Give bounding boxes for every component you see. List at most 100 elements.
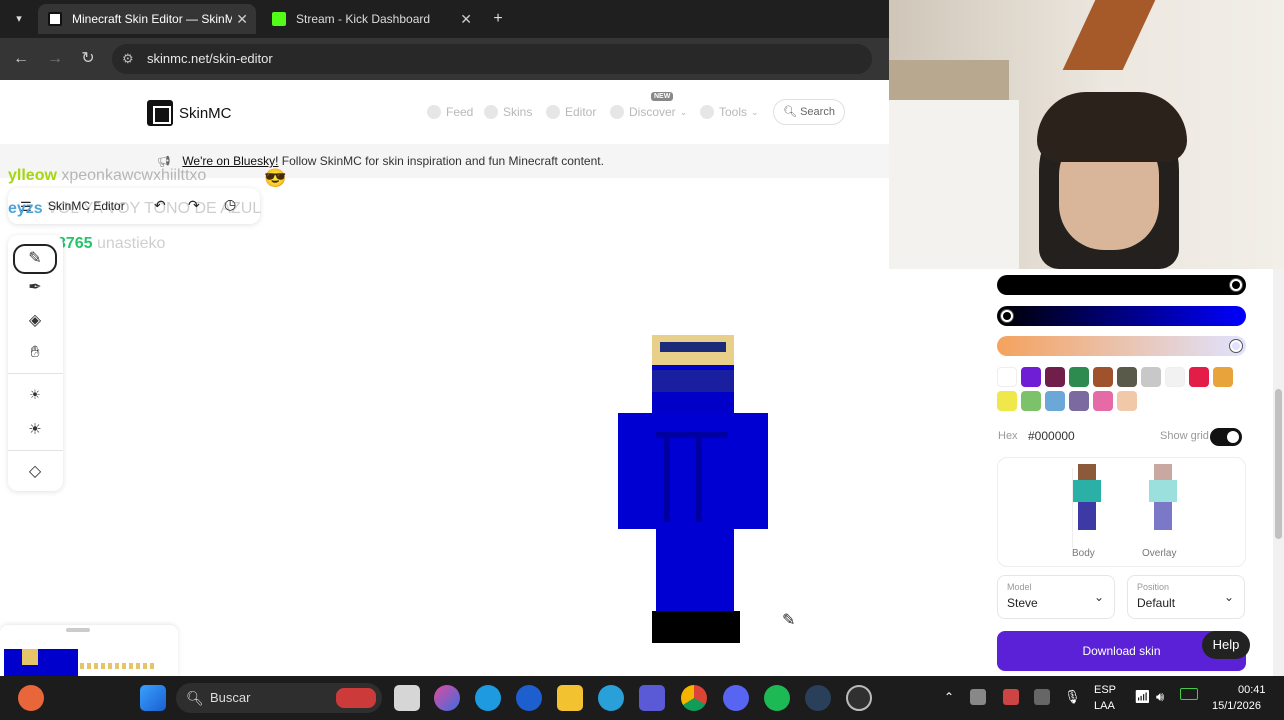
- discord-icon[interactable]: [723, 685, 749, 711]
- nav-feed[interactable]: Feed: [427, 105, 473, 119]
- color-swatch[interactable]: [1045, 391, 1065, 411]
- tab-search-icon[interactable]: ▾: [8, 8, 30, 30]
- overlay-thumbnail[interactable]: [1149, 464, 1177, 530]
- spotify-icon[interactable]: [764, 685, 790, 711]
- position-select-label: Position: [1137, 582, 1170, 592]
- color-swatch[interactable]: [1045, 367, 1065, 387]
- color-swatch[interactable]: [1165, 367, 1185, 387]
- search-button[interactable]: 🔍︎ Search: [773, 99, 845, 125]
- color-swatch[interactable]: [1093, 391, 1113, 411]
- color-swatch[interactable]: [1141, 367, 1161, 387]
- show-grid-toggle[interactable]: [1210, 428, 1242, 446]
- color-swatch[interactable]: [1117, 367, 1137, 387]
- volume-icon[interactable]: 🔊︎: [1156, 689, 1164, 705]
- taskbar-search-text: Buscar: [210, 690, 251, 705]
- model-select[interactable]: Model Steve ⌄: [997, 575, 1115, 619]
- obs-icon[interactable]: [846, 685, 872, 711]
- webcam-hair: [1037, 92, 1187, 162]
- hand-icon[interactable]: ✋︎: [24, 342, 46, 364]
- battery-icon[interactable]: [1180, 688, 1198, 700]
- brightness-low-icon[interactable]: ☀: [24, 384, 46, 406]
- pen-tool-icon[interactable]: ✎: [13, 244, 57, 274]
- slider-knob[interactable]: [1230, 279, 1242, 291]
- hex-value-input[interactable]: #000000: [1028, 429, 1075, 443]
- eraser-icon[interactable]: ◇: [24, 461, 46, 483]
- nav-skins[interactable]: Skins: [484, 105, 532, 119]
- widgets-icon[interactable]: [18, 685, 44, 711]
- chat-line: eyzs VOL YA VOY TONO DE AZUL: [8, 200, 261, 218]
- tray-app-icon[interactable]: [1034, 689, 1050, 705]
- microphone-icon[interactable]: 🎙︎: [1064, 689, 1081, 705]
- steam-like-icon[interactable]: [598, 685, 624, 711]
- task-view-icon[interactable]: [394, 685, 420, 711]
- language-top[interactable]: ESP: [1094, 684, 1116, 696]
- edge-icon[interactable]: [475, 685, 501, 711]
- url-field[interactable]: ⚙ skinmc.net/skin-editor: [112, 44, 872, 74]
- color-swatch[interactable]: [1093, 367, 1113, 387]
- color-swatch[interactable]: [1021, 391, 1041, 411]
- brightness-slider[interactable]: [997, 275, 1246, 295]
- tray-app-icon[interactable]: [1003, 689, 1019, 705]
- scrollbar-thumb[interactable]: [1275, 389, 1282, 539]
- page-scrollbar[interactable]: [1273, 269, 1284, 676]
- nav-editor[interactable]: Editor: [546, 105, 596, 119]
- nav-discover[interactable]: Discover ⌄: [610, 105, 687, 119]
- hue-slider[interactable]: [997, 306, 1246, 326]
- banner-link[interactable]: We're on Bluesky!: [182, 154, 278, 168]
- eyedropper-icon[interactable]: ✒: [24, 277, 46, 299]
- color-swatch[interactable]: [997, 391, 1017, 411]
- color-swatch[interactable]: [1117, 391, 1137, 411]
- nav-tools[interactable]: Tools ⌄: [700, 105, 759, 119]
- model-torso-arms: [618, 413, 768, 529]
- hp-icon[interactable]: [516, 685, 542, 711]
- position-select-value: Default: [1137, 596, 1176, 610]
- color-swatch[interactable]: [1021, 367, 1041, 387]
- brightness-high-icon[interactable]: ☀: [24, 419, 46, 441]
- tab-kick-dashboard[interactable]: Stream - Kick Dashboard ✕: [262, 4, 480, 34]
- chevron-up-icon[interactable]: ⌃: [944, 690, 954, 704]
- file-explorer-icon[interactable]: [557, 685, 583, 711]
- editor-icon: [546, 105, 560, 119]
- new-tab-button[interactable]: +: [487, 8, 509, 30]
- site-info-icon[interactable]: ⚙: [122, 44, 134, 74]
- teams-icon[interactable]: [639, 685, 665, 711]
- wifi-icon[interactable]: 📶︎: [1134, 689, 1151, 705]
- texture-preview[interactable]: [0, 625, 178, 676]
- saturation-slider[interactable]: [997, 336, 1246, 356]
- close-tab-icon[interactable]: ✕: [236, 11, 248, 28]
- model-crown-band: [660, 342, 726, 352]
- clock-date[interactable]: 15/1/2026: [1212, 700, 1261, 712]
- slider-knob[interactable]: [1230, 340, 1242, 352]
- help-button[interactable]: Help: [1202, 631, 1250, 659]
- color-swatch[interactable]: [1213, 367, 1233, 387]
- site-logo[interactable]: SkinMC: [147, 100, 232, 126]
- layer-previews: Body Overlay: [997, 457, 1246, 567]
- hex-label: Hex: [998, 430, 1018, 442]
- color-swatch[interactable]: [1069, 391, 1089, 411]
- tray-app-icon[interactable]: [970, 689, 986, 705]
- search-highlight-icon: [336, 688, 376, 708]
- back-icon[interactable]: ←: [10, 48, 32, 70]
- color-swatch[interactable]: [997, 367, 1017, 387]
- taskbar-search[interactable]: 🔍︎ Buscar: [176, 683, 382, 713]
- position-select[interactable]: Position Default ⌄: [1127, 575, 1245, 619]
- clock-time[interactable]: 00:41: [1238, 684, 1266, 696]
- reload-icon[interactable]: ↻: [77, 48, 99, 70]
- forward-icon[interactable]: →: [44, 48, 66, 70]
- tab-skin-editor[interactable]: Minecraft Skin Editor — SkinMC ✕: [38, 4, 256, 34]
- paint-bucket-icon[interactable]: ◈: [24, 310, 46, 332]
- slider-knob[interactable]: [1001, 310, 1013, 322]
- chrome-icon[interactable]: [681, 685, 707, 711]
- close-tab-icon[interactable]: ✕: [460, 11, 472, 28]
- steam-icon[interactable]: [805, 685, 831, 711]
- color-swatch[interactable]: [1069, 367, 1089, 387]
- body-thumbnail[interactable]: [1073, 464, 1101, 530]
- copilot-icon[interactable]: [434, 685, 460, 711]
- drag-handle[interactable]: [66, 628, 90, 632]
- texture-blue-block: [4, 649, 78, 676]
- language-bottom[interactable]: LAA: [1094, 700, 1115, 712]
- model-legs: [656, 529, 734, 611]
- start-icon[interactable]: [140, 685, 166, 711]
- color-swatch[interactable]: [1189, 367, 1209, 387]
- body-label: Body: [1072, 548, 1095, 559]
